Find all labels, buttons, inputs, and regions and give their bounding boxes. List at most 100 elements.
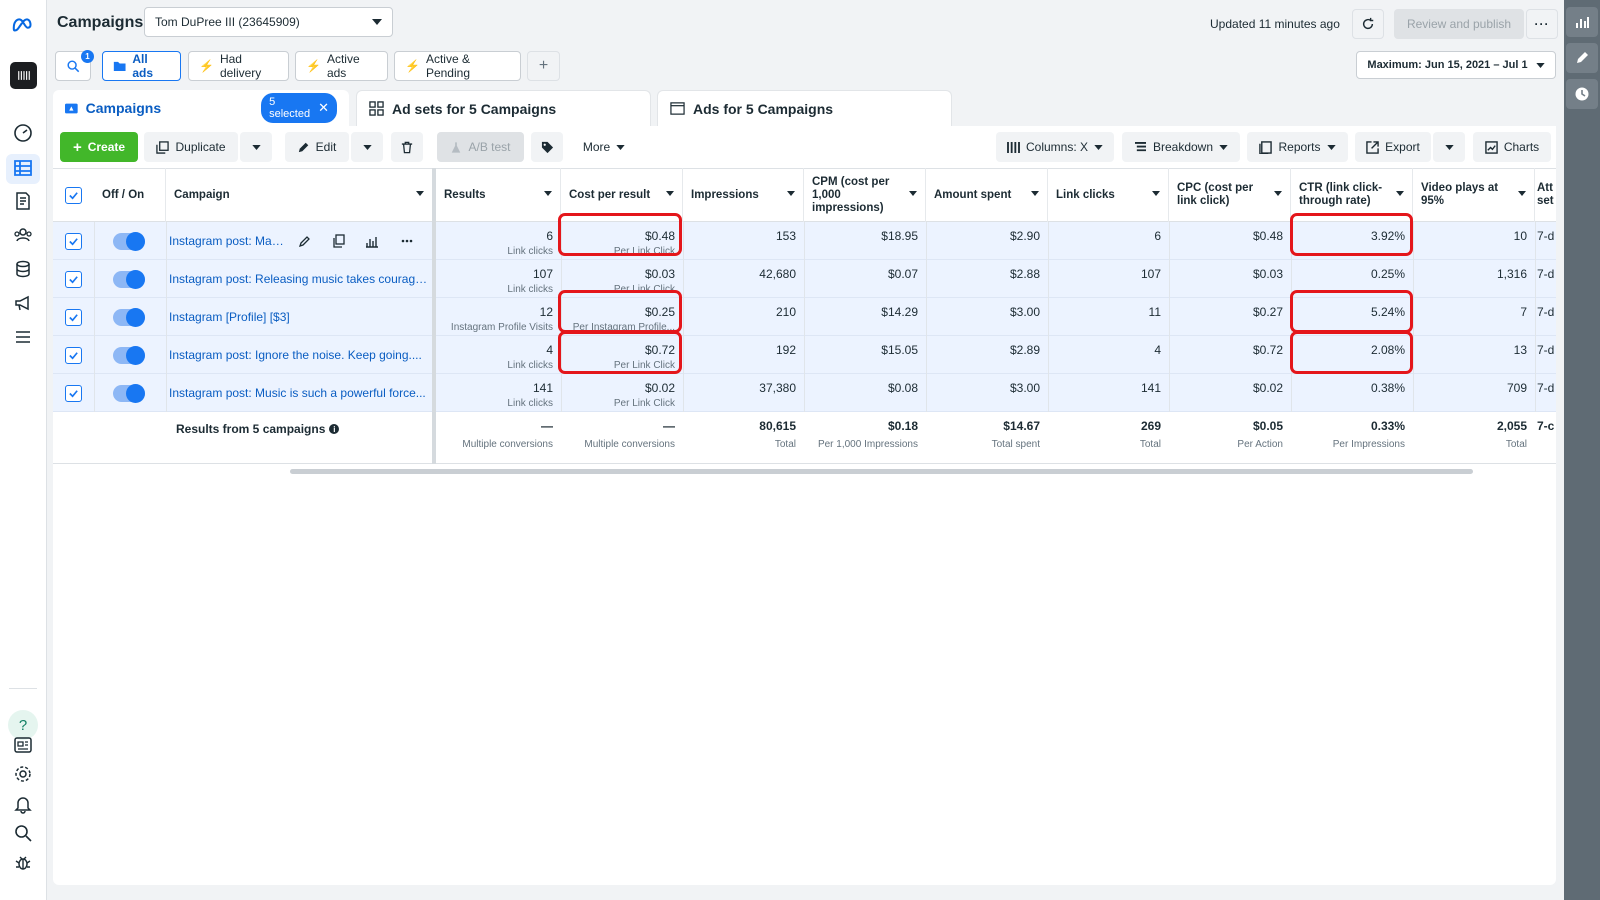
campaign-name-link[interactable]: Instagram post: Music is such a powerful… (169, 386, 429, 400)
cell-value: $2.89 (1009, 343, 1040, 357)
filter-active-pending[interactable]: ⚡ Active & Pending (394, 51, 521, 81)
tag-button[interactable] (531, 132, 563, 162)
more-options-button[interactable]: ··· (1526, 9, 1558, 39)
filter-had-delivery[interactable]: ⚡ Had delivery (188, 51, 289, 81)
horizontal-scrollbar[interactable] (290, 469, 1473, 474)
campaign-toggle[interactable] (113, 346, 145, 365)
row-checkbox[interactable] (65, 385, 82, 402)
cell-value: $18.95 (881, 229, 918, 243)
total-attribution: 7-c (1537, 419, 1555, 433)
campaign-toggle[interactable] (113, 270, 145, 289)
header-label: CTR (link click-through rate) (1299, 182, 1383, 207)
sort-caret-icon (666, 191, 674, 196)
col-header-campaign[interactable]: Campaign (166, 168, 433, 222)
date-range-picker[interactable]: Maximum: Jun 15, 2021 – Jul 1 (1356, 51, 1556, 79)
ab-test-button[interactable]: A/B test (437, 132, 524, 162)
account-logo-icon[interactable] (10, 62, 37, 89)
meta-logo-icon[interactable] (10, 12, 38, 36)
add-filter-button[interactable]: + (527, 51, 560, 81)
row-checkbox[interactable] (65, 347, 82, 364)
campaign-name-link[interactable]: Instagram post: Releasing music takes co… (169, 272, 429, 286)
highlight-box (1290, 213, 1413, 256)
insights-chart-icon[interactable] (1566, 7, 1598, 37)
view-charts-icon[interactable] (365, 234, 379, 248)
edit-pencil-icon[interactable] (1566, 43, 1598, 73)
pages-icon[interactable] (11, 189, 35, 213)
duplicate-button[interactable]: Duplicate (144, 132, 238, 162)
audiences-icon[interactable] (11, 223, 35, 247)
charts-button[interactable]: Charts (1473, 132, 1551, 162)
col-header-link-clicks[interactable]: Link clicks (1048, 168, 1169, 222)
select-all-checkbox[interactable] (65, 187, 82, 204)
megaphone-icon[interactable] (11, 291, 35, 315)
breakdown-button[interactable]: Breakdown (1122, 132, 1240, 162)
edit-pencil-icon[interactable] (298, 234, 312, 248)
col-header-video-plays[interactable]: Video plays at 95% (1413, 168, 1535, 222)
export-button[interactable]: Export (1355, 132, 1431, 162)
menu-icon[interactable] (11, 325, 35, 349)
filter-active-ads[interactable]: ⚡ Active ads (295, 51, 388, 81)
create-button[interactable]: + Create (60, 132, 138, 162)
campaign-name-link[interactable]: Instagram [Profile] [$3] (169, 310, 429, 324)
cell-value: 37,380 (759, 381, 796, 395)
delete-button[interactable] (391, 132, 423, 162)
columns-label: Columns: X (1025, 140, 1089, 154)
tab-label: Ads for 5 Campaigns (693, 100, 834, 117)
col-header-results[interactable]: Results (436, 168, 561, 222)
cell-value: 107 (532, 267, 553, 281)
cell-value: 153 (775, 229, 796, 243)
campaign-toggle[interactable] (113, 384, 145, 403)
tab-ad-sets[interactable]: Ad sets for 5 Campaigns (356, 90, 651, 126)
export-dropdown-button[interactable] (1433, 132, 1465, 162)
campaigns-table-icon[interactable] (11, 156, 35, 180)
ab-test-label: A/B test (468, 140, 511, 154)
row-checkbox[interactable] (65, 233, 82, 250)
review-and-publish-button[interactable]: Review and publish (1394, 9, 1524, 39)
edit-button[interactable]: Edit (285, 132, 349, 162)
col-header-amount-spent[interactable]: Amount spent (926, 168, 1048, 222)
row-checkbox[interactable] (65, 271, 82, 288)
duplicate-icon[interactable] (332, 234, 346, 248)
settings-gear-icon[interactable] (11, 762, 35, 786)
notifications-bell-icon[interactable] (11, 792, 35, 816)
col-header-cpc[interactable]: CPC (cost per link click) (1169, 168, 1291, 222)
col-header-offon[interactable]: Off / On (94, 168, 166, 222)
col-header-attribution[interactable]: Att set (1535, 168, 1556, 222)
col-header-cpm[interactable]: CPM (cost per 1,000 impressions) (804, 168, 926, 222)
search-icon[interactable] (11, 821, 35, 845)
campaign-toggle[interactable] (113, 232, 145, 251)
cell-value: $3.00 (1009, 381, 1040, 395)
reports-button[interactable]: Reports (1247, 132, 1348, 162)
tab-ads[interactable]: Ads for 5 Campaigns (657, 90, 952, 126)
edit-dropdown-button[interactable] (351, 132, 383, 162)
campaign-toggle[interactable] (113, 308, 145, 327)
cell-amount: $3.00 (926, 375, 1048, 413)
sort-caret-icon (1152, 191, 1160, 196)
selection-pill[interactable]: 5 selected ✕ (261, 93, 337, 123)
duplicate-dropdown-button[interactable] (240, 132, 272, 162)
more-button[interactable]: More (574, 132, 634, 162)
tab-campaigns[interactable]: Campaigns 5 selected ✕ (53, 90, 349, 126)
bug-report-icon[interactable] (11, 851, 35, 875)
account-selector[interactable]: Tom DuPree III (23645909) (144, 7, 393, 37)
billing-icon[interactable] (11, 257, 35, 281)
columns-button[interactable]: Columns: X (996, 132, 1114, 162)
cell-value: $0.02 (644, 381, 675, 395)
refresh-button[interactable] (1352, 9, 1384, 39)
close-icon[interactable]: ✕ (318, 100, 329, 116)
campaign-name-link[interactable]: Instagram post: Mak... (169, 234, 287, 248)
filter-all-ads[interactable]: All ads (102, 51, 181, 81)
cell-value: 1,316 (1496, 267, 1527, 281)
total-cost-per-result: — Multiple conversions (584, 419, 675, 450)
campaign-name-link[interactable]: Instagram post: Ignore the noise. Keep g… (169, 348, 429, 362)
dashboard-icon[interactable] (11, 121, 35, 145)
total-cpm: $0.18 Per 1,000 Impressions (817, 419, 918, 450)
row-checkbox[interactable] (65, 309, 82, 326)
more-actions-icon[interactable] (400, 234, 414, 248)
breakdown-label: Breakdown (1152, 140, 1214, 154)
info-icon[interactable]: i (329, 424, 340, 434)
cell-subtext: Instagram Profile Visits (450, 322, 553, 333)
history-clock-icon[interactable] (1566, 79, 1598, 109)
col-header-impressions[interactable]: Impressions (683, 168, 804, 222)
news-icon[interactable] (11, 733, 35, 757)
